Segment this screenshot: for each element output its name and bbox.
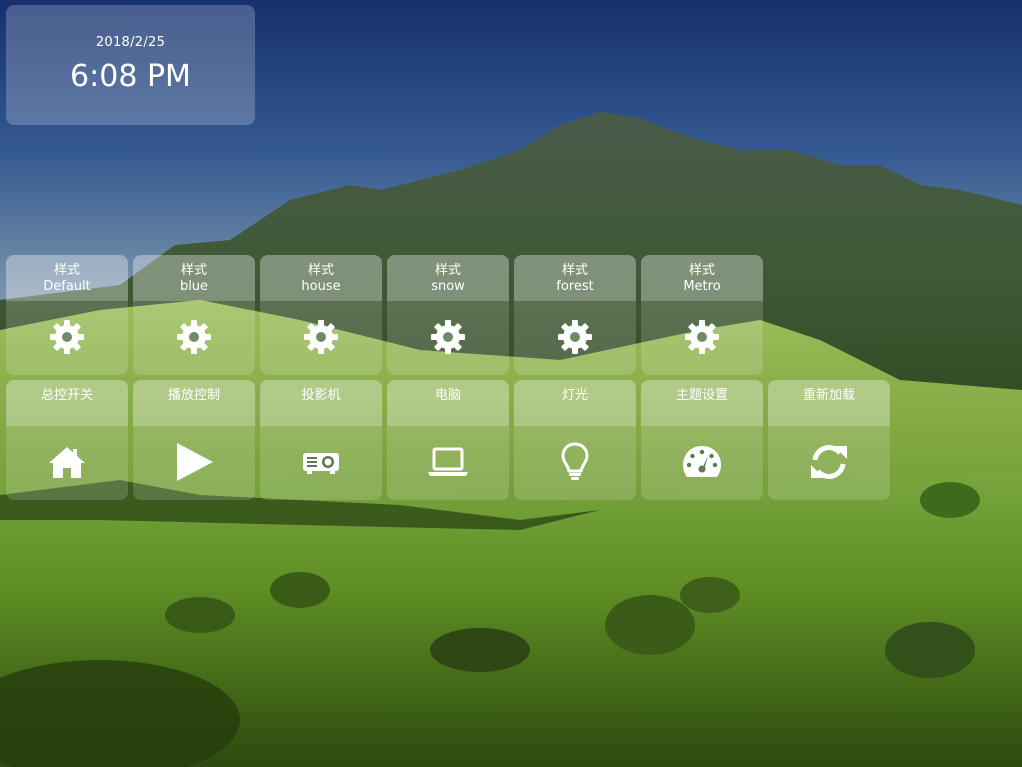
gear-icon [174,317,214,357]
clock-date: 2018/2/25 [95,35,166,50]
tile-sublabel: Default [43,279,91,294]
tile-header: 电脑 [387,380,509,426]
tile-label: 电脑 [434,388,461,403]
refresh-icon [809,442,849,482]
tile-header: 样式 blue [133,255,255,301]
tile-label: 灯光 [561,388,588,403]
home-icon [47,442,87,482]
tile-sublabel: blue [179,279,209,294]
master-switch-tile[interactable]: 总控开关 [6,380,128,500]
projector-tile[interactable]: 投影机 [260,380,382,500]
tile-header: 主题设置 [641,380,763,426]
tile-label: 样式 [688,263,715,278]
tile-header: 总控开关 [6,380,128,426]
style-tile-default[interactable]: 样式 Default [6,255,128,375]
style-tile-snow[interactable]: 样式 snow [387,255,509,375]
tile-header: 投影机 [260,380,382,426]
tile-header: 样式 snow [387,255,509,301]
tile-label: 总控开关 [40,388,93,403]
tile-label: 样式 [53,263,80,278]
desktop-screen: 2018/2/25 6:08 PM 样式 Default 样式 blue 样式 … [0,0,1022,767]
theme-settings-tile[interactable]: 主题设置 [641,380,763,500]
tile-header: 样式 Default [6,255,128,301]
gear-icon [555,317,595,357]
style-tile-forest[interactable]: 样式 forest [514,255,636,375]
tile-sublabel: Metro [683,279,721,294]
tile-label: 重新加载 [802,388,855,403]
dashboard-icon [682,442,722,482]
tile-sublabel: snow [431,279,465,294]
gear-icon [428,317,468,357]
computer-tile[interactable]: 电脑 [387,380,509,500]
tile-label: 样式 [561,263,588,278]
tile-header: 播放控制 [133,380,255,426]
tile-header: 样式 Metro [641,255,763,301]
tile-label: 样式 [180,263,207,278]
tile-sublabel: forest [556,279,594,294]
projector-icon [301,442,341,482]
tile-header: 重新加载 [768,380,890,426]
lightbulb-icon [555,442,595,482]
gear-icon [682,317,722,357]
tile-header: 灯光 [514,380,636,426]
gear-icon [47,317,87,357]
laptop-icon [428,442,468,482]
tile-label: 样式 [434,263,461,278]
tile-header: 样式 house [260,255,382,301]
clock-widget: 2018/2/25 6:08 PM [6,5,255,125]
reload-tile[interactable]: 重新加载 [768,380,890,500]
tile-label: 样式 [307,263,334,278]
gear-icon [301,317,341,357]
lighting-tile[interactable]: 灯光 [514,380,636,500]
tile-label: 播放控制 [167,388,220,403]
playback-control-tile[interactable]: 播放控制 [133,380,255,500]
play-icon [174,442,214,482]
style-tile-blue[interactable]: 样式 blue [133,255,255,375]
tile-sublabel: house [301,279,341,294]
style-tile-metro[interactable]: 样式 Metro [641,255,763,375]
style-tile-house[interactable]: 样式 house [260,255,382,375]
tile-label: 主题设置 [675,388,728,403]
clock-time: 6:08 PM [70,59,191,94]
tile-label: 投影机 [301,388,341,403]
tile-header: 样式 forest [514,255,636,301]
